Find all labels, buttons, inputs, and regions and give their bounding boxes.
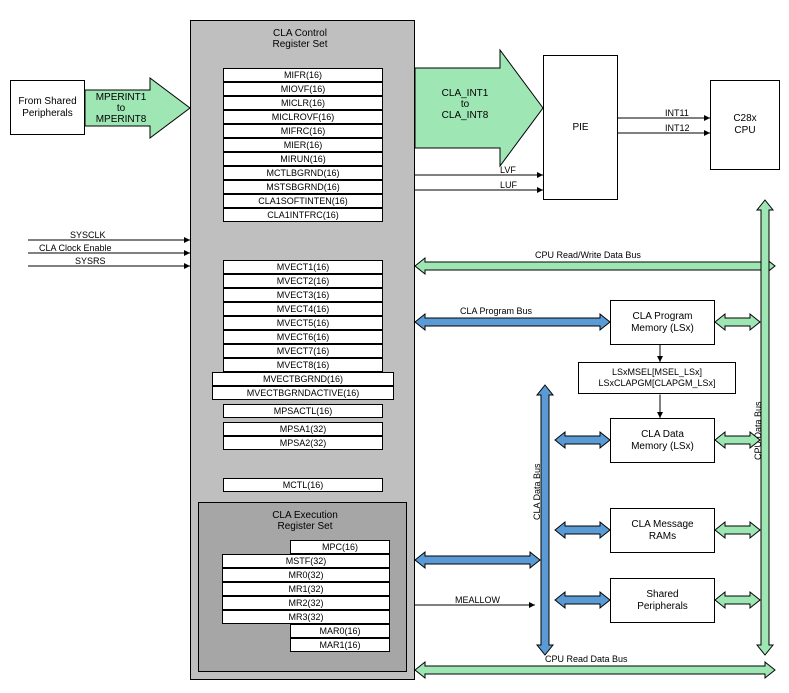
reg-mctlbgrnd16: MCTLBGRND(16) xyxy=(223,166,383,180)
reg-mstf32: MSTF(32) xyxy=(222,554,390,568)
reg-mvect316: MVECT3(16) xyxy=(223,288,383,302)
reg-miclr16: MICLR(16) xyxy=(223,96,383,110)
lsx-labels-box: LSxMSEL[MSEL_LSx] LSxCLAPGM[CLAPGM_LSx] xyxy=(578,362,736,394)
reg-mirun16: MIRUN(16) xyxy=(223,152,383,166)
cla-prog-mem-label: CLA Program Memory (LSx) xyxy=(631,311,694,335)
cla-prog-mem-box: CLA Program Memory (LSx) xyxy=(610,300,715,345)
reg-mvect516: MVECT5(16) xyxy=(223,316,383,330)
shared-periph-label: Shared Peripherals xyxy=(637,589,688,613)
cpu-box: C28x CPU xyxy=(710,80,780,170)
lsx-labels: LSxMSEL[MSEL_LSx] LSxCLAPGM[CLAPGM_LSx] xyxy=(598,367,715,389)
reg-mvect416: MVECT4(16) xyxy=(223,302,383,316)
reg-mr332: MR3(32) xyxy=(222,610,390,624)
pie-box: PIE xyxy=(543,55,618,200)
cla-int-label: CLA_INT1 to CLA_INT8 xyxy=(430,88,500,121)
reg-mr032: MR0(32) xyxy=(222,568,390,582)
reg-mctl: MCTL(16) xyxy=(223,478,383,492)
reg-mstsbgrnd16: MSTSBGRND(16) xyxy=(223,180,383,194)
cla-data-mem-box: CLA Data Memory (LSx) xyxy=(610,418,715,463)
reg-mpsa232: MPSA2(32) xyxy=(223,436,383,450)
reg-mar116: MAR1(16) xyxy=(290,638,390,652)
cla-data-mem-label: CLA Data Memory (LSx) xyxy=(631,429,694,453)
reg-mpsactl16: MPSACTL(16) xyxy=(223,404,383,418)
from-shared-label: From Shared Peripherals xyxy=(18,96,76,120)
reg-miclrovf16: MICLROVF(16) xyxy=(223,110,383,124)
shared-periph-box: Shared Peripherals xyxy=(610,578,715,623)
from-shared-peripherals-box: From Shared Peripherals xyxy=(10,80,85,135)
svg-text:CPU Read/Write Data Bus: CPU Read/Write Data Bus xyxy=(535,250,641,260)
sig-cla-clk-en: CLA Clock Enable xyxy=(39,243,112,253)
reg-mr132: MR1(32) xyxy=(222,582,390,596)
cla-exec-title: CLA Execution Register Set xyxy=(245,510,365,532)
reg-mvect116: MVECT1(16) xyxy=(223,260,383,274)
reg-mr232: MR2(32) xyxy=(222,596,390,610)
svg-text:CPU Read Data Bus: CPU Read Data Bus xyxy=(545,654,628,664)
svg-text:CPU Data Bus: CPU Data Bus xyxy=(753,401,763,460)
reg-miovf16: MIOVF(16) xyxy=(223,82,383,96)
mperint-label: MPERINT1 to MPERINT8 xyxy=(92,92,150,125)
reg-mpsa132: MPSA1(32) xyxy=(223,422,383,436)
sig-sysrs: SYSRS xyxy=(75,256,106,266)
sig-int11: INT11 xyxy=(665,108,689,118)
cla-msg-rams-box: CLA Message RAMs xyxy=(610,508,715,553)
sig-luf: LUF xyxy=(500,180,517,190)
cla-control-title: CLA Control Register Set xyxy=(240,28,360,50)
reg-mifr16: MIFR(16) xyxy=(223,68,383,82)
reg-mifrc16: MIFRC(16) xyxy=(223,124,383,138)
reg-cla1softinten16: CLA1SOFTINTEN(16) xyxy=(223,194,383,208)
sig-int12: INT12 xyxy=(665,123,690,133)
svg-text:CLA Program Bus: CLA Program Bus xyxy=(460,306,533,316)
reg-mier16: MIER(16) xyxy=(223,138,383,152)
reg-mvect716: MVECT7(16) xyxy=(223,344,383,358)
cla-msg-rams-label: CLA Message RAMs xyxy=(631,519,693,543)
reg-mvectbgrnd16: MVECTBGRND(16) xyxy=(212,372,394,386)
reg-mvectbgrndactive16: MVECTBGRNDACTIVE(16) xyxy=(212,386,394,400)
reg-mvect816: MVECT8(16) xyxy=(223,358,383,372)
svg-text:CLA Data Bus: CLA Data Bus xyxy=(532,463,542,520)
cpu-label: C28x CPU xyxy=(733,113,756,137)
reg-mar016: MAR0(16) xyxy=(290,624,390,638)
reg-mvect216: MVECT2(16) xyxy=(223,274,383,288)
sig-sysclk: SYSCLK xyxy=(70,230,106,240)
reg-mpc: MPC(16) xyxy=(290,540,390,554)
sig-meallow: MEALLOW xyxy=(455,595,500,605)
sig-lvf: LVF xyxy=(500,165,516,175)
reg-cla1intfrc16: CLA1INTFRC(16) xyxy=(223,208,383,222)
reg-mvect616: MVECT6(16) xyxy=(223,330,383,344)
pie-label: PIE xyxy=(572,122,588,134)
